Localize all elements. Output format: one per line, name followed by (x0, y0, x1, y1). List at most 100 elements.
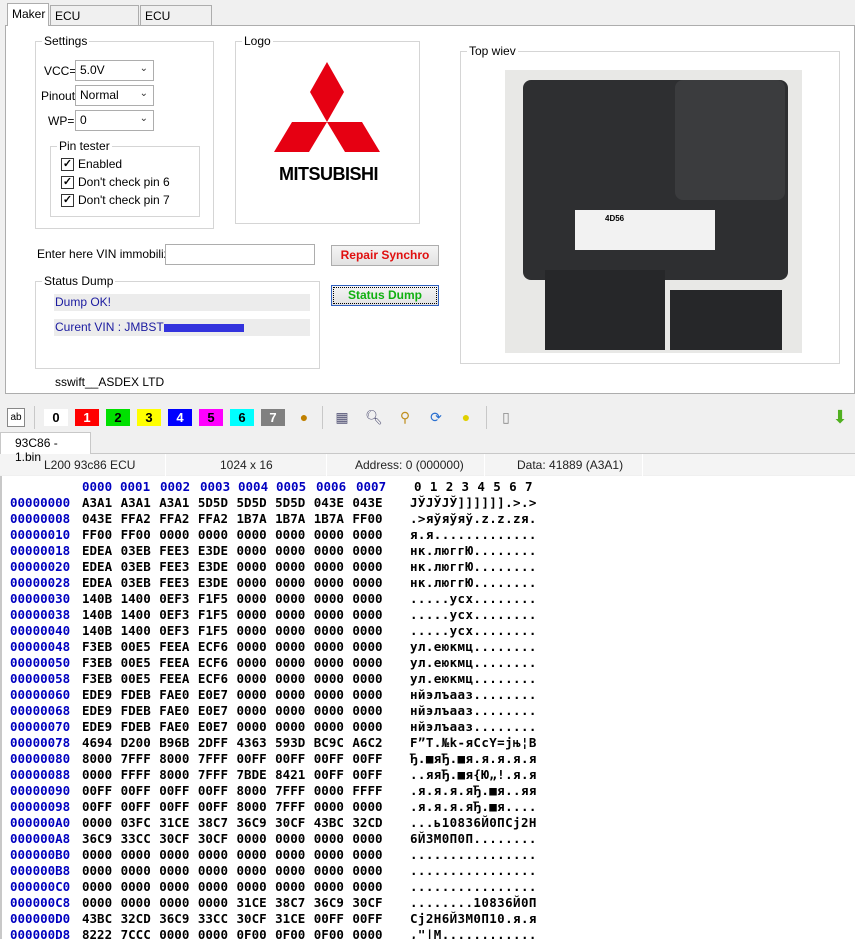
pinout-select[interactable]: Normal ⌄ (75, 85, 154, 106)
row-ascii[interactable]: JЎJЎJЎ]]]]]].>.> (410, 495, 537, 510)
column-header: 0002 (160, 479, 191, 494)
ab-case-icon[interactable]: ab (7, 408, 25, 427)
vcc-select[interactable]: 5.0V ⌄ (75, 60, 154, 81)
row-ascii[interactable]: Ђ.■яЂ.■я.я.я.я.я (410, 751, 537, 766)
status-dump-button[interactable]: Status Dump (331, 285, 439, 306)
row-ascii[interactable]: нйэлъааз........ (410, 719, 537, 734)
color-5-button[interactable]: 5 (199, 409, 223, 426)
row-words[interactable]: F3EB 00E5 FEEA ECF6 0000 0000 0000 0000 (82, 639, 383, 654)
broom-icon[interactable]: ⚲ (396, 408, 414, 427)
color-4-button[interactable]: 4 (168, 409, 192, 426)
row-ascii[interactable]: ул.еюкмц........ (410, 639, 537, 654)
row-words[interactable]: 0000 0000 0000 0000 0000 0000 0000 0000 (82, 879, 383, 894)
pin-tester-group: Pin tester ✓ Enabled ✓ Don't check pin 6 ✓… (50, 139, 200, 217)
row-words[interactable]: 00FF 00FF 00FF 00FF 8000 7FFF 0000 FFFF (82, 783, 383, 798)
ascii-header: 0 1 2 3 4 5 6 7 (414, 479, 533, 494)
repair-synchro-button[interactable]: Repair Synchro (331, 245, 439, 266)
row-words[interactable]: EDEA 03EB FEE3 E3DE 0000 0000 0000 0000 (82, 543, 383, 558)
row-ascii[interactable]: ................ (410, 847, 537, 862)
check-icon: ✓ (61, 175, 74, 189)
tab-ecu-location[interactable]: ECU location (140, 5, 212, 37)
row-ascii[interactable]: .я.я.я.яЂ.■я.... (410, 799, 537, 814)
color-1-button[interactable]: 1 (75, 409, 99, 426)
tab-ecu-connection[interactable]: ECU connection (50, 5, 139, 37)
row-words[interactable]: 8000 7FFF 8000 7FFF 00FF 00FF 00FF 00FF (82, 751, 383, 766)
row-address: 00000030 (10, 591, 71, 606)
pinout-label: Pinout (41, 89, 76, 103)
row-words[interactable]: 43BC 32CD 36C9 33CC 30CF 31CE 00FF 00FF (82, 911, 383, 926)
row-words[interactable]: EDE9 FDEB FAE0 E0E7 0000 0000 0000 0000 (82, 703, 383, 718)
row-words[interactable]: 8222 7CCC 0000 0000 0F00 0F00 0F00 0000 (82, 927, 383, 939)
row-ascii[interactable]: .....усх........ (410, 607, 537, 622)
mitsubishi-logo (274, 62, 380, 152)
row-words[interactable]: F3EB 00E5 FEEA ECF6 0000 0000 0000 0000 (82, 671, 383, 686)
tab-maker[interactable]: Maker (7, 3, 49, 26)
row-ascii[interactable]: ................ (410, 863, 537, 878)
row-ascii[interactable]: нк.люггЮ........ (410, 559, 537, 574)
row-ascii[interactable]: ................ (410, 879, 537, 894)
row-ascii[interactable]: .....усх........ (410, 591, 537, 606)
row-ascii[interactable]: ........10836Й0П (410, 895, 537, 910)
row-ascii[interactable]: Cj2Н6Й3М0П10.я.я (410, 911, 537, 926)
color-2-button[interactable]: 2 (106, 409, 130, 426)
wp-select[interactable]: 0 ⌄ (75, 110, 154, 131)
color-3-button[interactable]: 3 (137, 409, 161, 426)
row-ascii[interactable]: нк.люггЮ........ (410, 543, 537, 558)
row-ascii[interactable]: F”T.№k-яCcY=jњ¦B (410, 735, 537, 750)
row-words[interactable]: 043E FFA2 FFA2 FFA2 1B7A 1B7A 1B7A FF00 (82, 511, 383, 526)
enabled-checkbox[interactable]: ✓ Enabled (61, 157, 122, 171)
row-words[interactable]: FF00 FF00 0000 0000 0000 0000 0000 0000 (82, 527, 383, 542)
row-ascii[interactable]: нк.люггЮ........ (410, 575, 537, 590)
row-ascii[interactable]: .я.я.я.яЂ.■я..яя (410, 783, 537, 798)
palette-icon[interactable]: ● (295, 408, 313, 427)
color-6-button[interactable]: 6 (230, 409, 254, 426)
row-ascii[interactable]: ..яяЂ.■я{Ю„!.я.я (410, 767, 537, 782)
row-words[interactable]: 4694 D200 B96B 2DFF 4363 593D BC9C A6C2 (82, 735, 383, 750)
row-address: 000000D0 (10, 911, 71, 926)
pin-tester-title: Pin tester (57, 139, 112, 153)
row-words[interactable]: 0000 0000 0000 0000 0000 0000 0000 0000 (82, 863, 383, 878)
vin-input[interactable] (165, 244, 315, 265)
row-address: 000000D8 (10, 927, 71, 939)
row-ascii[interactable]: ул.еюкмц........ (410, 655, 537, 670)
row-ascii[interactable]: .....усх........ (410, 623, 537, 638)
row-words[interactable]: 0000 FFFF 8000 7FFF 7BDE 8421 00FF 00FF (82, 767, 383, 782)
row-words[interactable]: EDEA 03EB FEE3 E3DE 0000 0000 0000 0000 (82, 575, 383, 590)
row-address: 000000C0 (10, 879, 71, 894)
row-ascii[interactable]: нйэлъааз........ (410, 703, 537, 718)
row-words[interactable]: 0000 0000 0000 0000 0000 0000 0000 0000 (82, 847, 383, 862)
chevron-down-icon: ⌄ (139, 63, 148, 74)
row-ascii[interactable]: ...ь10836Й0ПCj2Н (410, 815, 537, 830)
row-ascii[interactable]: 6Й3М0П0П........ (410, 831, 537, 846)
hex-view[interactable]: 0000 0001 0002 0003 0004 0005 0006 0007 0 1 2 3 … (0, 476, 855, 939)
row-ascii[interactable]: я.я............. (410, 527, 537, 542)
row-words[interactable]: 0000 03FC 31CE 38C7 36C9 30CF 43BC 32CD (82, 815, 383, 830)
color-7-button[interactable]: 7 (261, 409, 285, 426)
row-ascii[interactable]: ул.еюкмц........ (410, 671, 537, 686)
row-address: 00000020 (10, 559, 71, 574)
new-file-icon[interactable]: ▯ (497, 408, 515, 427)
row-words[interactable]: EDE9 FDEB FAE0 E0E7 0000 0000 0000 0000 (82, 687, 383, 702)
row-ascii[interactable]: нйэлъааз........ (410, 687, 537, 702)
calculator-icon[interactable]: ▦ (333, 408, 351, 427)
row-words[interactable]: EDEA 03EB FEE3 E3DE 0000 0000 0000 0000 (82, 559, 383, 574)
row-words[interactable]: 00FF 00FF 00FF 00FF 8000 7FFF 0000 0000 (82, 799, 383, 814)
row-words[interactable]: EDE9 FDEB FAE0 E0E7 0000 0000 0000 0000 (82, 719, 383, 734)
row-words[interactable]: 140B 1400 0EF3 F1F5 0000 0000 0000 0000 (82, 623, 383, 638)
row-words[interactable]: 36C9 33CC 30CF 30CF 0000 0000 0000 0000 (82, 831, 383, 846)
lightbulb-icon[interactable]: ● (457, 408, 475, 427)
find-icon[interactable]: 🔍︎ (365, 408, 383, 427)
refresh-icon[interactable]: ⟳ (427, 408, 445, 427)
row-words[interactable]: A3A1 A3A1 A3A1 5D5D 5D5D 5D5D 043E 043E (82, 495, 383, 510)
download-arrow-icon[interactable]: ⬇ (831, 408, 849, 427)
color-0-button[interactable]: 0 (44, 409, 68, 426)
row-words[interactable]: 0000 0000 0000 0000 31CE 38C7 36C9 30CF (82, 895, 383, 910)
row-ascii[interactable]: .>яўяўяў.z.z.zя. (410, 511, 537, 526)
row-words[interactable]: F3EB 00E5 FEEA ECF6 0000 0000 0000 0000 (82, 655, 383, 670)
row-ascii[interactable]: ‚"|М............ (410, 927, 537, 939)
dont-check-pin6-checkbox[interactable]: ✓ Don't check pin 6 (61, 175, 170, 189)
dont-check-pin7-checkbox[interactable]: ✓ Don't check pin 7 (61, 193, 170, 207)
row-words[interactable]: 140B 1400 0EF3 F1F5 0000 0000 0000 0000 (82, 591, 383, 606)
row-words[interactable]: 140B 1400 0EF3 F1F5 0000 0000 0000 0000 (82, 607, 383, 622)
file-tab[interactable]: 93C86 - 1.bin (0, 432, 91, 464)
